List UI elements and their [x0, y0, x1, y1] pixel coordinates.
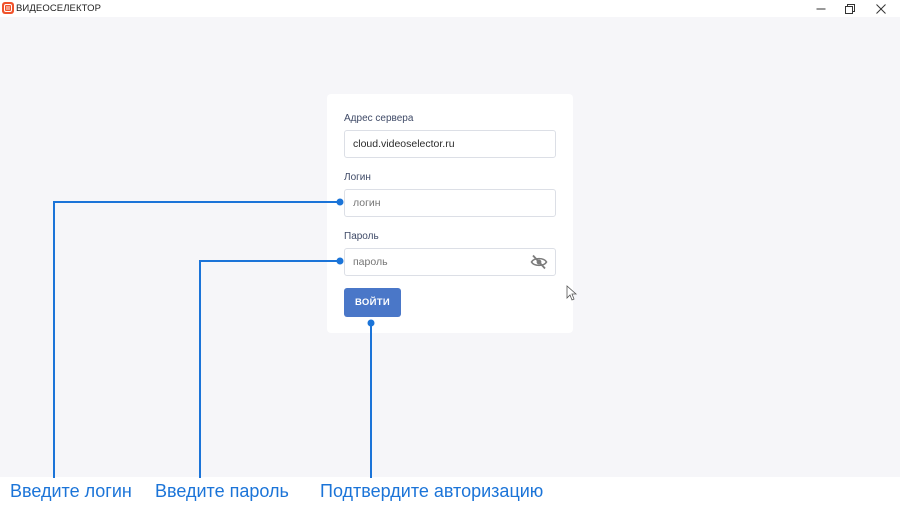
password-callout-text: Введите пароль — [155, 481, 289, 501]
login-callout-text: Введите логин — [10, 481, 132, 501]
submit-callout-text: Подтвердите авторизацию — [320, 481, 544, 501]
login-callout-line — [53, 201, 340, 478]
password-callout-dot — [336, 257, 344, 265]
callout-lines — [53, 198, 375, 478]
submit-callout-dot — [367, 319, 375, 327]
password-callout-line — [199, 260, 340, 478]
login-callout-dot — [336, 198, 344, 206]
